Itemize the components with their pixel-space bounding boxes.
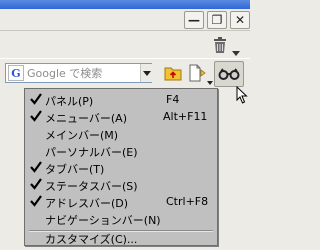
menu-item-navigationbar[interactable]: ナビゲーションバー(N) [25,210,217,227]
menu-item-panel[interactable]: パネル(P) F4 [25,91,217,108]
menu-item-shortcut: Ctrl+F8 [166,195,209,208]
menu-item-label: パネル(P) [45,95,94,108]
page-icon[interactable] [186,63,206,83]
menu-item-menubar[interactable]: メニューバー(A) Alt+F11 [25,108,217,125]
menu-item-mainbar[interactable]: メインバー(M) [25,125,217,142]
window-title-bar [0,0,250,9]
menu-item-shortcut: Alt+F11 [163,110,208,123]
glasses-icon[interactable] [214,61,244,87]
close-button[interactable]: ✕ [230,11,250,29]
search-box[interactable]: G Google で検索 [5,63,152,83]
chevron-down-icon[interactable] [207,70,213,89]
check-icon [29,160,43,174]
menu-item-label: メインバー(M) [45,129,119,142]
menu-item-label: アドレスバー(D) [45,197,129,210]
menu-item-tabbar[interactable]: タブバー(T) [25,159,217,176]
toolbar-context-menu: パネル(P) F4 メニューバー(A) Alt+F11 メインバー(M) パーソ… [24,88,218,246]
menu-item-statusbar[interactable]: ステータスバー(S) [25,176,217,193]
menu-item-label: パーソナルバー(E) [45,146,138,159]
window-controls: — ❐ ✕ [184,11,250,29]
check-icon [29,177,43,191]
check-icon [29,109,43,123]
menu-item-personalbar[interactable]: パーソナルバー(E) [25,142,217,159]
check-icon [29,92,43,106]
google-icon: G [8,65,24,81]
menu-item-addressbar[interactable]: アドレスバー(D) Ctrl+F8 [25,193,217,210]
menu-item-label: メニューバー(A) [45,112,127,125]
restore-button[interactable]: ❐ [207,11,227,29]
minimize-button[interactable]: — [184,11,204,29]
menu-item-label: ナビゲーションバー(N) [45,214,161,227]
menu-item-customize[interactable]: カスタマイズ(C)... [25,229,217,246]
search-input[interactable]: Google で検索 [27,65,102,81]
trash-icon[interactable] [207,35,233,55]
menu-item-shortcut: F4 [166,93,180,106]
check-icon [29,194,43,208]
search-dropdown-button[interactable] [140,64,153,82]
divider [0,30,250,31]
mouse-cursor-icon [236,85,248,108]
folder-up-icon[interactable] [163,63,183,83]
menu-item-label: ステータスバー(S) [45,180,138,193]
menu-item-label: カスタマイズ(C)... [45,233,138,246]
menu-item-label: タブバー(T) [45,163,105,176]
